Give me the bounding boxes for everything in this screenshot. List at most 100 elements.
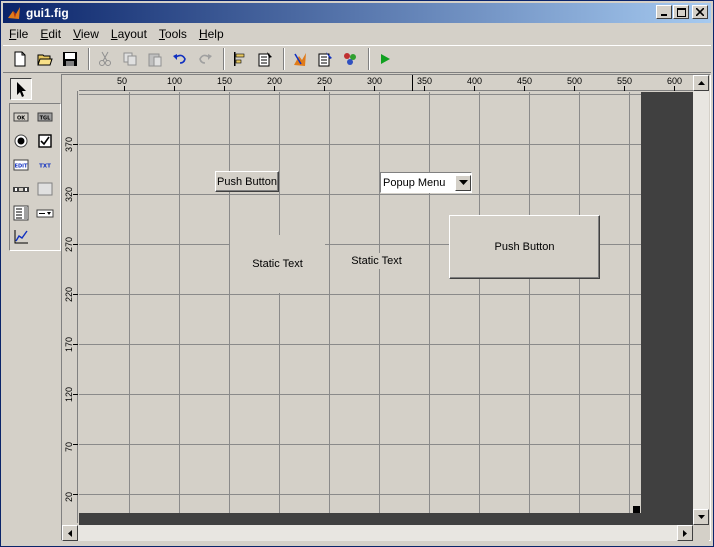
axes-tool[interactable] (10, 226, 32, 248)
ruler-top-label: 450 (517, 76, 533, 86)
pushbutton-large[interactable]: Push Button (449, 215, 600, 279)
static-text-1[interactable]: Static Text (230, 235, 325, 293)
ruler-tick (73, 194, 78, 195)
align-objects-button[interactable] (229, 48, 251, 70)
checkbox-icon (38, 134, 52, 148)
canvas-outside-bottom (79, 513, 693, 525)
pushbutton-large-label: Push Button (494, 241, 555, 253)
redo-button[interactable] (194, 48, 216, 70)
pushbutton-tool[interactable]: OK (10, 106, 32, 128)
menu-help[interactable]: Help (193, 27, 230, 41)
title-bar[interactable]: gui1.fig (3, 3, 711, 23)
copy-button[interactable] (119, 48, 141, 70)
ruler-top-label: 300 (367, 76, 383, 86)
edit-text-tool[interactable]: EDIT (10, 154, 32, 176)
object-browser-icon (344, 53, 356, 65)
listbox-icon (13, 205, 29, 221)
arrow-right-icon (683, 529, 687, 537)
pushbutton-small-label: Push Button (217, 175, 277, 188)
figure-resize-handle[interactable] (633, 506, 640, 513)
radio-button-icon (14, 134, 28, 148)
scroll-up-button[interactable] (693, 75, 709, 91)
checkbox-tool[interactable] (34, 130, 56, 152)
toggle-button-tool[interactable]: TGL (34, 106, 56, 128)
static-text-tool[interactable]: TXT (34, 154, 56, 176)
matlab-logo-icon (8, 7, 20, 19)
component-palette: OK TGL EDIT TXT (7, 75, 61, 253)
copy-icon (123, 52, 137, 66)
close-button[interactable] (692, 5, 708, 19)
ruler-tick (73, 344, 78, 345)
pushbutton-small[interactable]: Push Button (215, 171, 279, 192)
toolbar-separator (283, 48, 285, 70)
ruler-tick (73, 444, 78, 445)
window-title: gui1.fig (26, 6, 69, 20)
menu-bar: File Edit View Layout Tools Help (3, 24, 711, 43)
maximize-icon (676, 7, 686, 17)
ruler-tick (674, 86, 675, 91)
menu-tools[interactable]: Tools (153, 27, 193, 41)
arrow-up-icon (697, 81, 705, 85)
run-button[interactable] (374, 48, 396, 70)
ruler-tick (124, 86, 125, 91)
menu-edit[interactable]: Edit (34, 27, 67, 41)
popup-menu[interactable]: Popup Menu (380, 172, 472, 193)
ruler-position-marker (412, 75, 413, 91)
scroll-left-button[interactable] (62, 525, 78, 541)
radio-button-tool[interactable] (10, 130, 32, 152)
menu-layout[interactable]: Layout (105, 27, 153, 41)
undo-button[interactable] (169, 48, 191, 70)
arrow-down-icon (697, 515, 705, 519)
save-button[interactable] (59, 48, 81, 70)
svg-text:EDIT: EDIT (15, 164, 28, 170)
popup-menu-label: Popup Menu (383, 176, 446, 189)
ruler-top-label: 150 (217, 76, 233, 86)
ruler-tick (73, 494, 78, 495)
menu-editor-icon (258, 52, 272, 67)
ruler-tick (274, 86, 275, 91)
scroll-down-button[interactable] (693, 509, 709, 525)
cut-button[interactable] (94, 48, 116, 70)
paste-icon (148, 53, 162, 67)
popup-menu-tool[interactable] (34, 202, 56, 224)
ruler-top-label: 350 (417, 76, 433, 86)
ruler-top-label: 50 (117, 76, 128, 86)
m-file-editor-button[interactable] (289, 48, 311, 70)
horizontal-ruler: 50 100 150 200 250 300 350 400 450 500 550 600 (79, 75, 693, 91)
ruler-top-label: 500 (567, 76, 583, 86)
undo-icon (173, 54, 186, 64)
toolbar-separator (88, 48, 90, 70)
open-button[interactable] (34, 48, 56, 70)
ruler-tick (424, 86, 425, 91)
guide-window: gui1.fig File Edit View Layout Tools Hel… (0, 0, 714, 547)
static-text-icon: TXT (39, 164, 51, 170)
frame-tool[interactable] (34, 178, 56, 200)
ruler-top-label: 250 (317, 76, 333, 86)
menu-file[interactable]: File (3, 27, 34, 41)
cut-icon (99, 51, 111, 66)
paste-button[interactable] (144, 48, 166, 70)
vertical-scrollbar[interactable] (693, 75, 709, 525)
select-tool[interactable] (10, 78, 32, 100)
svg-text:TXT: TXT (39, 164, 51, 170)
object-browser-button[interactable] (339, 48, 361, 70)
ruler-top-label: 550 (617, 76, 633, 86)
new-file-button[interactable] (9, 48, 31, 70)
horizontal-scrollbar[interactable] (62, 525, 693, 541)
scroll-right-button[interactable] (677, 525, 693, 541)
slider-tool[interactable] (10, 178, 32, 200)
layout-grid[interactable]: Push Button Popup Menu Static Text Stati… (79, 92, 641, 513)
popup-dropdown-button[interactable] (455, 174, 471, 191)
listbox-tool[interactable] (10, 202, 32, 224)
svg-text:TGL: TGL (40, 116, 52, 122)
static-text-2[interactable]: Static Text (345, 253, 408, 269)
menu-view[interactable]: View (67, 27, 105, 41)
ruler-top-label: 400 (467, 76, 483, 86)
property-inspector-icon (318, 52, 332, 67)
minimize-button[interactable] (656, 5, 672, 19)
maximize-button[interactable] (673, 5, 689, 19)
new-file-icon (14, 51, 26, 67)
menu-editor-button[interactable] (254, 48, 276, 70)
property-inspector-button[interactable] (314, 48, 336, 70)
ruler-tick (73, 394, 78, 395)
